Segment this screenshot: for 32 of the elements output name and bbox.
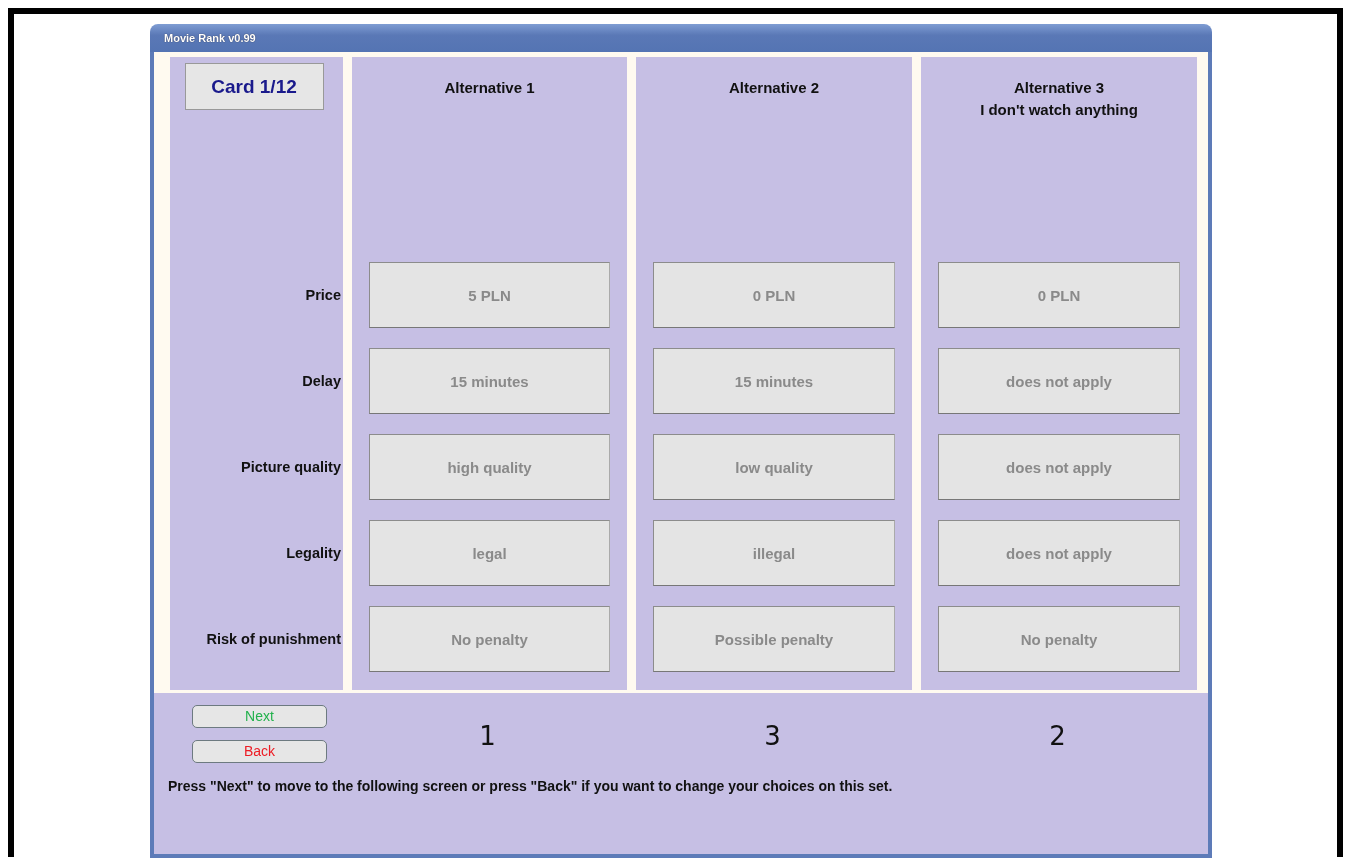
column-header: Alternative 3 <box>1013 78 1104 98</box>
attribute-value: does not apply <box>938 434 1180 500</box>
attribute-value: low quality <box>653 434 895 500</box>
column-header: Alternative 2 <box>728 78 819 98</box>
rank-number: 2 <box>1049 721 1066 751</box>
attribute-value: high quality <box>369 434 610 500</box>
attribute-value: 15 minutes <box>369 348 610 414</box>
attribute-value: does not apply <box>938 520 1180 586</box>
attribute-value: legal <box>369 520 610 586</box>
rank-number: 1 <box>479 721 496 751</box>
attribute-value: 0 PLN <box>938 262 1180 328</box>
attribute-value: No penalty <box>938 606 1180 672</box>
attribute-value: does not apply <box>938 348 1180 414</box>
attribute-value: Possible penalty <box>653 606 895 672</box>
nav-button[interactable]: Back <box>192 739 327 763</box>
attribute-value: 0 PLN <box>653 262 895 328</box>
attribute-label: Delay <box>301 372 341 391</box>
attribute-label: Legality <box>285 544 341 563</box>
attribute-value: illegal <box>653 520 895 586</box>
column-subheader: I don't watch anything <box>980 100 1138 120</box>
nav-button[interactable]: Next <box>192 704 327 728</box>
rank-number: 3 <box>764 721 781 751</box>
attribute-label: Risk of punishment <box>205 630 341 649</box>
instruction-text: Press "Next" to move to the following screen or press "Back" if you want to change your choices on this set. <box>168 778 894 794</box>
attribute-value: No penalty <box>369 606 610 672</box>
attribute-value: 5 PLN <box>369 262 610 328</box>
attribute-label: Price <box>304 286 341 305</box>
column-header: Alternative 1 <box>444 78 535 98</box>
attribute-label: Picture quality <box>240 458 341 477</box>
window-title: Movie Rank v0.99 <box>164 32 256 44</box>
attribute-value: 15 minutes <box>653 348 895 414</box>
card-counter: Card 1/12 <box>184 63 324 110</box>
